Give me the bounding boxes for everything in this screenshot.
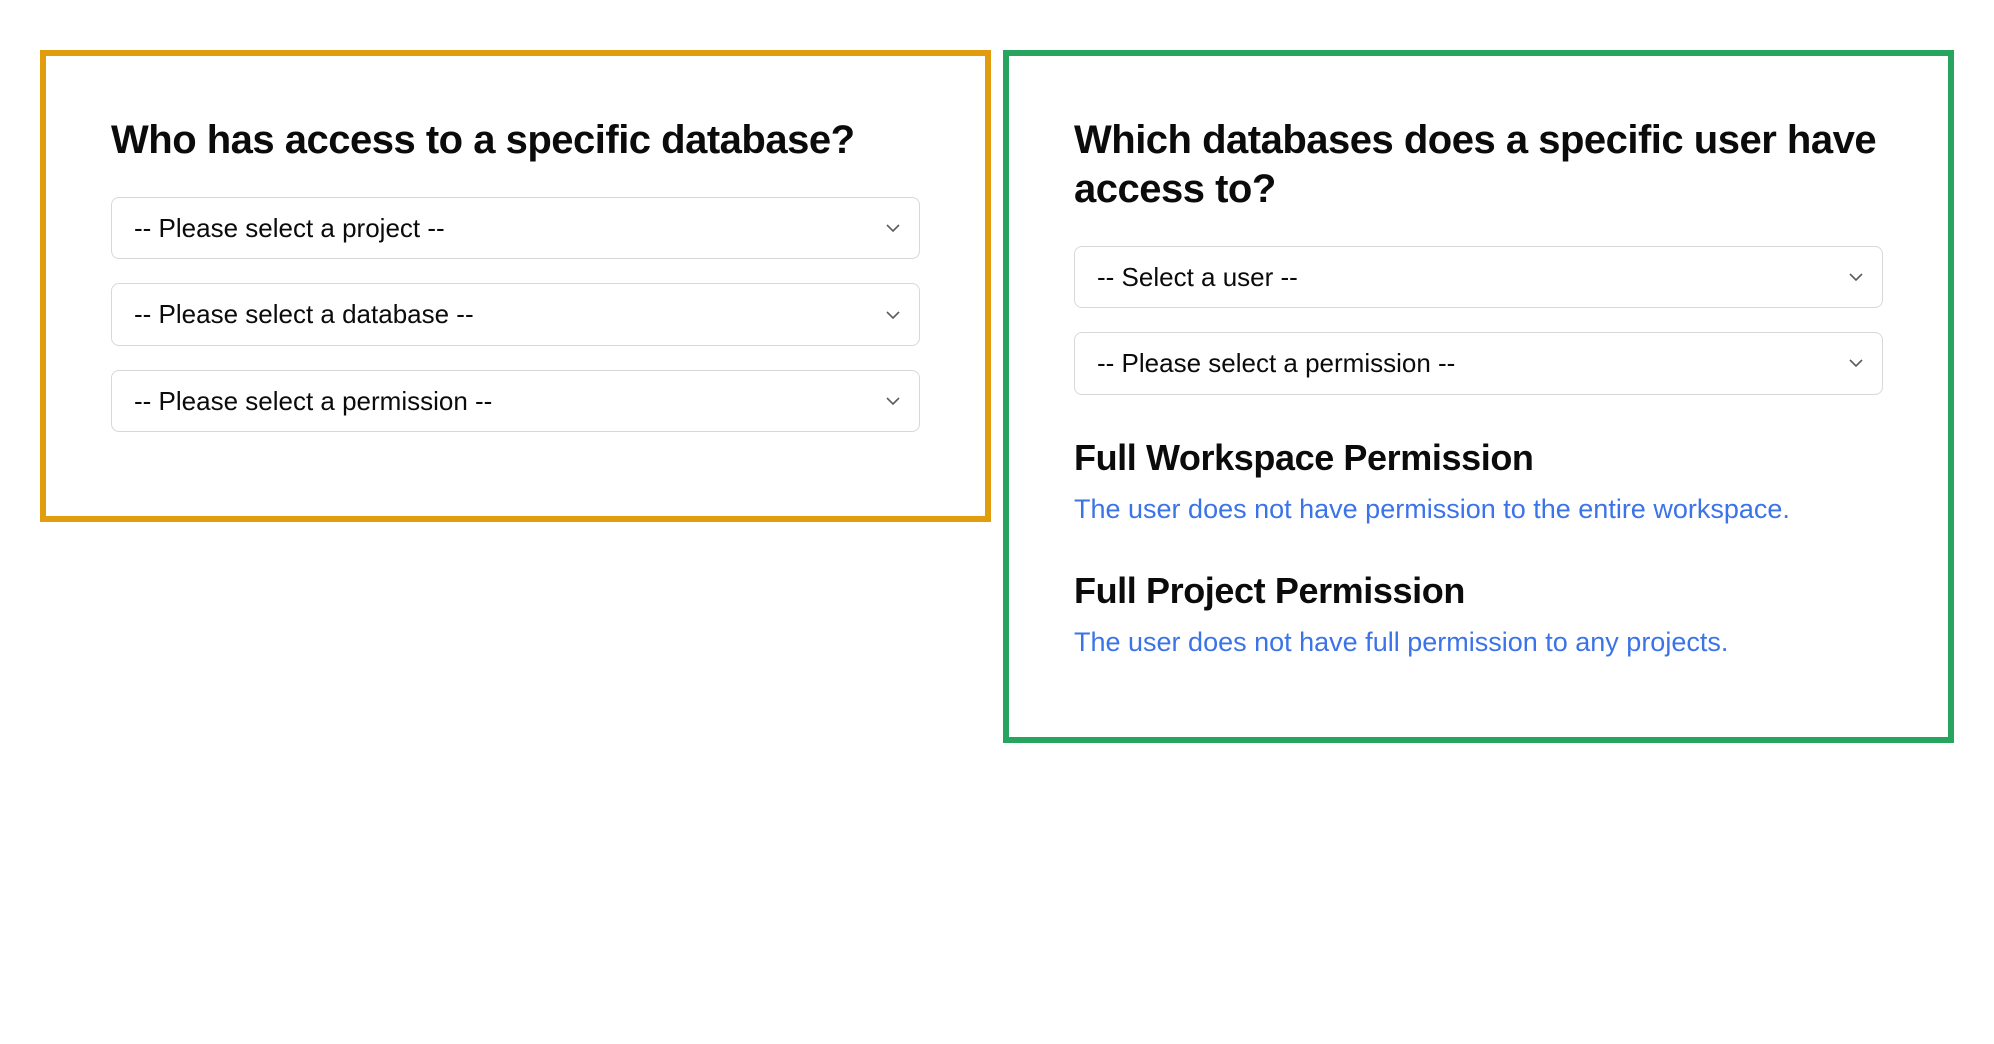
permission-select-wrap-left: -- Please select a permission --	[111, 370, 920, 433]
permission-select-right[interactable]: -- Please select a permission --	[1074, 332, 1883, 395]
project-permission-text: The user does not have full permission t…	[1074, 624, 1883, 661]
database-select[interactable]: -- Please select a database --	[111, 283, 920, 346]
user-select-wrap: -- Select a user --	[1074, 246, 1883, 309]
permission-select-left[interactable]: -- Please select a permission --	[111, 370, 920, 433]
database-access-title: Who has access to a specific database?	[111, 116, 920, 165]
project-select-wrap: -- Please select a project --	[111, 197, 920, 260]
user-access-panel: Which databases does a specific user hav…	[1003, 50, 1954, 743]
database-access-panel: Who has access to a specific database? -…	[40, 50, 991, 522]
user-select[interactable]: -- Select a user --	[1074, 246, 1883, 309]
user-access-title: Which databases does a specific user hav…	[1074, 116, 1883, 214]
database-select-wrap: -- Please select a database --	[111, 283, 920, 346]
project-select[interactable]: -- Please select a project --	[111, 197, 920, 260]
project-permission-heading: Full Project Permission	[1074, 570, 1883, 612]
workspace-permission-heading: Full Workspace Permission	[1074, 437, 1883, 479]
permission-select-wrap-right: -- Please select a permission --	[1074, 332, 1883, 395]
workspace-permission-text: The user does not have permission to the…	[1074, 491, 1883, 528]
